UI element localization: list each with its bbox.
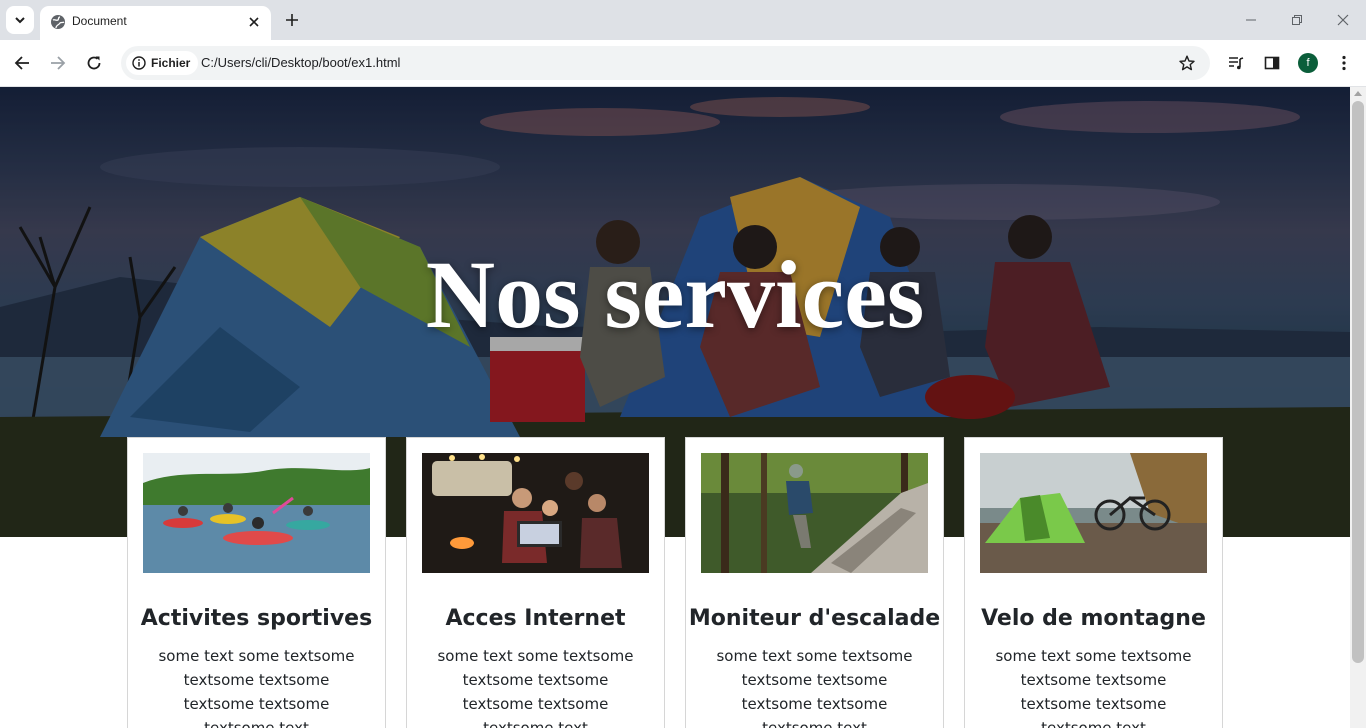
playlist-icon <box>1229 57 1244 70</box>
close-window-button[interactable] <box>1328 5 1358 35</box>
minimize-icon <box>1246 19 1256 21</box>
tent-bike-image <box>980 453 1207 573</box>
forward-button[interactable] <box>44 49 72 77</box>
minimize-button[interactable] <box>1236 5 1266 35</box>
back-button[interactable] <box>8 49 36 77</box>
reload-button[interactable] <box>80 49 108 77</box>
arrow-right-icon <box>51 56 66 70</box>
profile-avatar[interactable]: f <box>1298 53 1318 73</box>
globe-icon <box>51 15 65 29</box>
card-text: some text some textsome textsome textsom… <box>437 647 634 728</box>
tab-strip: Document <box>0 0 1366 40</box>
card-title: Activites sportives <box>140 606 373 631</box>
page-scrollbar[interactable] <box>1350 87 1366 728</box>
security-chip-label: Fichier <box>151 56 191 70</box>
kayak-image <box>143 453 370 573</box>
plus-icon <box>286 14 298 26</box>
close-icon <box>1337 14 1349 26</box>
service-card-acces-internet: Acces Internet some text some textsome t… <box>406 437 665 728</box>
card-text: some text some textsome textsome textsom… <box>716 647 913 728</box>
card-text: some text some textsome textsome textsom… <box>995 647 1192 728</box>
side-panel-icon <box>1264 56 1280 70</box>
service-card-moniteur-escalade: Moniteur d'escalade some text some texts… <box>685 437 944 728</box>
tab-document[interactable]: Document <box>40 6 271 40</box>
scroll-thumb[interactable] <box>1352 101 1364 663</box>
side-panel-button[interactable] <box>1258 49 1286 77</box>
reload-icon <box>87 56 101 70</box>
site-info-chip[interactable]: Fichier <box>126 51 199 75</box>
chevron-down-icon <box>15 17 25 24</box>
card-title: Moniteur d'escalade <box>688 606 941 631</box>
address-bar[interactable]: Fichier C:/Users/cli/Desktop/boot/ex1.ht… <box>121 46 1210 80</box>
card-title: Acces Internet <box>445 606 626 631</box>
card-text: some text some textsome textsome textsom… <box>158 647 355 728</box>
scroll-up-arrow-icon[interactable] <box>1354 91 1362 96</box>
service-card-activites-sportives: Activites sportives some text some texts… <box>127 437 386 728</box>
laptop-night-image <box>422 453 649 573</box>
page-viewport: Nos services Activites sportives some te… <box>0 87 1350 728</box>
tab-search-button[interactable] <box>6 6 34 34</box>
tab-title: Document <box>72 14 127 28</box>
close-tab-icon[interactable] <box>245 13 263 31</box>
url-text[interactable]: C:/Users/cli/Desktop/boot/ex1.html <box>201 55 400 70</box>
climbing-image <box>701 453 928 573</box>
card-title: Velo de montagne <box>981 606 1206 631</box>
service-card-velo-montagne: Velo de montagne some text some textsome… <box>964 437 1223 728</box>
arrow-left-icon <box>14 56 29 70</box>
browser-toolbar: Fichier C:/Users/cli/Desktop/boot/ex1.ht… <box>0 40 1366 87</box>
media-control-button[interactable] <box>1222 49 1250 77</box>
bookmark-button[interactable] <box>1175 51 1199 75</box>
info-icon <box>132 56 146 70</box>
menu-button[interactable] <box>1330 49 1358 77</box>
new-tab-button[interactable] <box>280 8 304 32</box>
restore-button[interactable] <box>1282 5 1312 35</box>
hero-title: Nos services <box>425 241 925 348</box>
restore-icon <box>1292 15 1302 25</box>
star-icon <box>1179 55 1195 71</box>
more-vert-icon <box>1342 55 1346 71</box>
